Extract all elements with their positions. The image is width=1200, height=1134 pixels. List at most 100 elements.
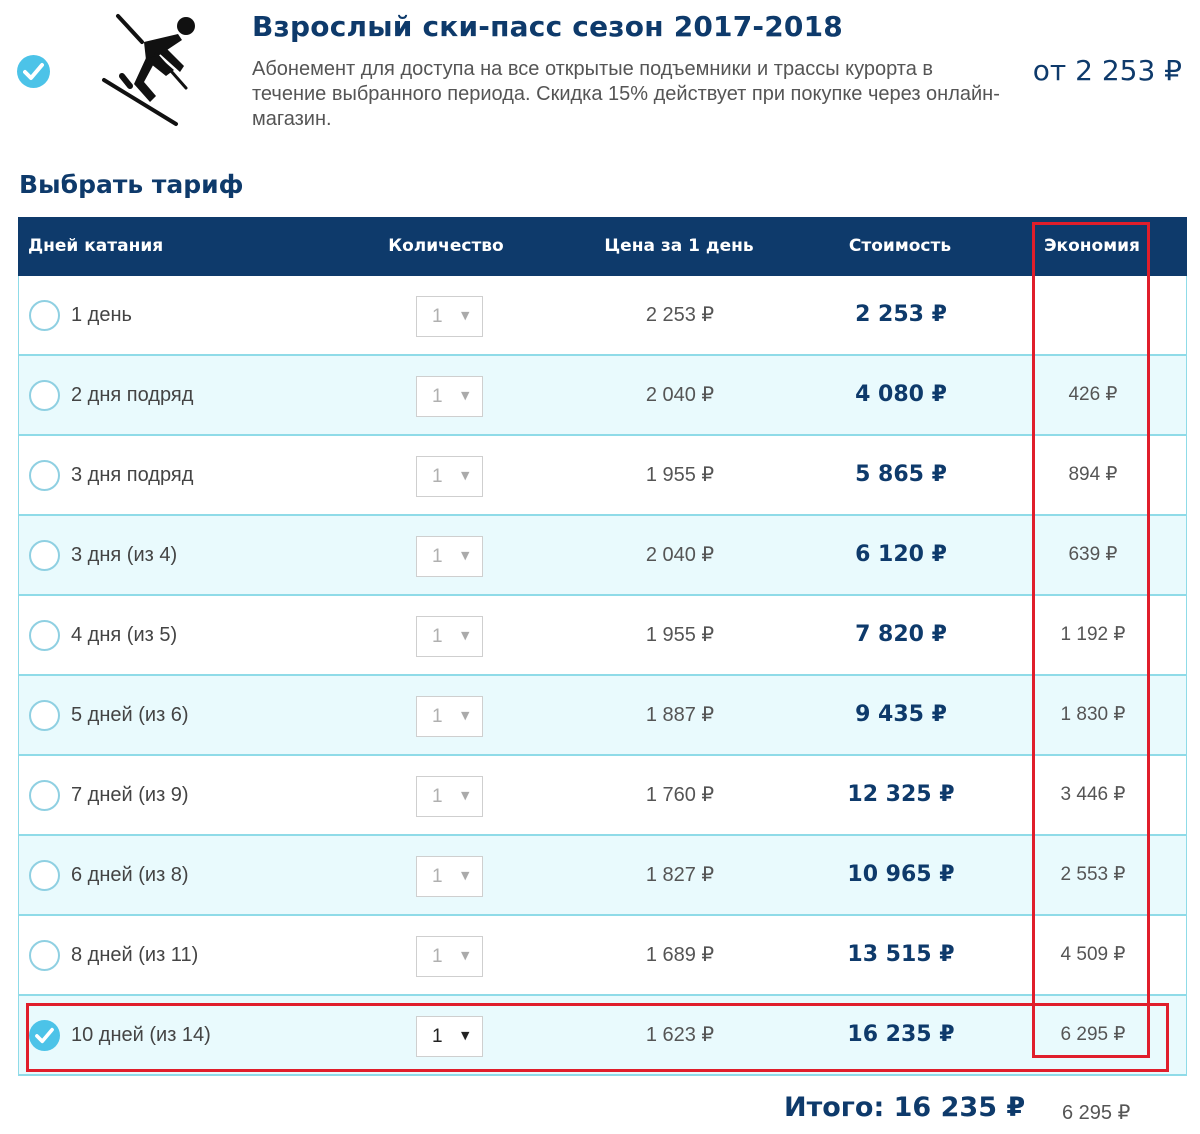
radio-button[interactable]: [29, 700, 60, 731]
dropdown-arrow-icon: ▼: [461, 469, 470, 482]
quantity-value: 1: [432, 466, 443, 487]
table-row[interactable]: 2 дня подряд 1 ▼ 2 040 ₽ 4 080 ₽ 426 ₽: [18, 356, 1187, 436]
quantity-value: 1: [432, 306, 443, 327]
tariff-days-label[interactable]: 2 дня подряд: [71, 356, 193, 434]
radio-button[interactable]: [29, 780, 60, 811]
radio-button[interactable]: [29, 860, 60, 891]
quantity-value: 1: [432, 386, 443, 407]
radio-button[interactable]: [29, 380, 60, 411]
savings-amount: 426 ₽: [1068, 384, 1118, 405]
table-row[interactable]: 4 дня (из 5) 1 ▼ 1 955 ₽7 820 ₽1 192 ₽: [18, 596, 1187, 676]
quantity-select[interactable]: 1 ▼: [416, 856, 483, 897]
quantity-select[interactable]: 1 ▼: [416, 456, 483, 497]
dropdown-arrow-icon: ▼: [461, 949, 470, 962]
price-per-day: 2 253 ₽: [645, 304, 715, 326]
total-cost: 2 253 ₽: [855, 302, 947, 327]
savings-amount: 639 ₽: [1068, 544, 1118, 565]
price-per-day: 1 887 ₽: [645, 704, 715, 726]
quantity-select[interactable]: 1 ▼: [416, 936, 483, 977]
price-per-day: 1 827 ₽: [645, 864, 715, 886]
radio-button[interactable]: [29, 940, 60, 971]
quantity-select[interactable]: 1 ▼: [416, 376, 483, 417]
radio-checked-icon[interactable]: [29, 1020, 60, 1051]
dropdown-arrow-icon: ▼: [461, 1029, 470, 1042]
tariff-days-label[interactable]: 3 дня подряд: [71, 436, 193, 514]
quantity-value: 1: [432, 1026, 443, 1047]
price-per-day: 1 689 ₽: [645, 944, 715, 966]
total-cost: 10 965 ₽: [847, 862, 955, 887]
total-cost: 16 235 ₽: [847, 1022, 955, 1047]
quantity-value: 1: [432, 946, 443, 967]
column-header-cost: Стоимость: [848, 236, 952, 256]
table-row[interactable]: 6 дней (из 8) 1 ▼ 1 827 ₽10 965 ₽2 553 ₽: [18, 836, 1187, 916]
quantity-value: 1: [432, 546, 443, 567]
table-header: Дней катания Количество Цена за 1 день С…: [18, 217, 1187, 276]
radio-button[interactable]: [29, 460, 60, 491]
price-per-day: 2 040 ₽: [645, 384, 715, 406]
total-cost: 5 865 ₽: [855, 462, 947, 487]
dropdown-arrow-icon: ▼: [461, 869, 470, 882]
tariff-days-label[interactable]: 4 дня (из 5): [71, 596, 177, 674]
total-cost: 13 515 ₽: [847, 942, 955, 967]
tariff-days-label[interactable]: 7 дней (из 9): [71, 756, 189, 834]
dropdown-arrow-icon: ▼: [461, 709, 470, 722]
quantity-value: 1: [432, 786, 443, 807]
product-selected-check-icon[interactable]: [17, 55, 50, 88]
dropdown-arrow-icon: ▼: [461, 629, 470, 642]
column-header-price-per-day: Цена за 1 день: [604, 236, 754, 256]
savings-amount: 894 ₽: [1068, 464, 1118, 485]
product-description: Абонемент для доступа на все открытые по…: [252, 58, 1000, 130]
total-amount: Итого: 16 235 ₽: [784, 1092, 1026, 1123]
table-row[interactable]: 1 день 1 ▼ 2 253 ₽2 253 ₽: [18, 276, 1187, 356]
table-row[interactable]: 3 дня подряд 1 ▼ 1 955 ₽5 865 ₽894 ₽: [18, 436, 1187, 516]
total-cost: 9 435 ₽: [855, 702, 947, 727]
product-header: Взрослый ски-пасс сезон 2017-2018 Абонем…: [0, 0, 1200, 150]
savings-amount: 1 830 ₽: [1060, 704, 1126, 725]
radio-button[interactable]: [29, 620, 60, 651]
quantity-select[interactable]: 1 ▼: [416, 296, 483, 337]
savings-amount: 1 192 ₽: [1060, 624, 1126, 645]
quantity-select[interactable]: 1 ▼: [416, 696, 483, 737]
product-price: от 2 253 ₽: [1032, 54, 1182, 87]
column-header-savings: Экономия: [1044, 236, 1140, 256]
savings-amount: 3 446 ₽: [1060, 784, 1126, 805]
column-header-days: Дней катания: [28, 236, 164, 256]
tariff-table: Дней катания Количество Цена за 1 день С…: [18, 217, 1187, 1076]
tariff-days-label[interactable]: 8 дней (из 11): [71, 916, 198, 994]
table-row[interactable]: 7 дней (из 9) 1 ▼ 1 760 ₽12 325 ₽3 446 ₽: [18, 756, 1187, 836]
dropdown-arrow-icon: ▼: [461, 549, 470, 562]
price-per-day: 1 955 ₽: [645, 624, 715, 646]
product-title: Взрослый ски-пасс сезон 2017-2018: [252, 10, 843, 43]
savings-amount: [1033, 276, 1153, 354]
tariff-days-label[interactable]: 5 дней (из 6): [71, 676, 189, 754]
total-cost: 6 120 ₽: [855, 542, 947, 567]
total-cost: 7 820 ₽: [855, 622, 947, 647]
radio-button[interactable]: [29, 540, 60, 571]
price-per-day: 1 760 ₽: [645, 784, 715, 806]
price-per-day: 1 623 ₽: [645, 1024, 715, 1046]
table-row[interactable]: 10 дней (из 14) 1 ▼ 1 623 ₽16 235 ₽6 295 ₽: [18, 996, 1187, 1076]
quantity-value: 1: [432, 626, 443, 647]
radio-button[interactable]: [29, 300, 60, 331]
tariff-days-label[interactable]: 6 дней (из 8): [71, 836, 189, 914]
dropdown-arrow-icon: ▼: [461, 309, 470, 322]
table-body: 1 день 1 ▼ 2 253 ₽2 253 ₽2 дня подряд 1 ▼ 2 04…: [18, 276, 1187, 1076]
quantity-select[interactable]: 1 ▼: [416, 776, 483, 817]
quantity-select[interactable]: 1 ▼: [416, 1016, 483, 1057]
table-row[interactable]: 5 дней (из 6) 1 ▼ 1 887 ₽ 9 435 ₽ 1 830 ₽: [18, 676, 1187, 756]
quantity-select[interactable]: 1 ▼: [416, 536, 483, 577]
tariff-days-label[interactable]: 1 день: [71, 276, 132, 354]
column-header-quantity: Количество: [388, 236, 504, 256]
section-title: Выбрать тариф: [19, 170, 244, 199]
tariff-days-label[interactable]: 3 дня (из 4): [71, 516, 177, 594]
table-row[interactable]: 8 дней (из 11) 1 ▼ 1 689 ₽13 515 ₽4 509 ₽: [18, 916, 1187, 996]
table-row[interactable]: 3 дня (из 4) 1 ▼ 2 040 ₽6 120 ₽639 ₽: [18, 516, 1187, 596]
total-savings: 6 295 ₽: [1062, 1102, 1131, 1124]
total-cost: 12 325 ₽: [847, 782, 955, 807]
total-cost: 4 080 ₽: [855, 382, 947, 407]
tariff-days-label[interactable]: 10 дней (из 14): [71, 996, 211, 1074]
savings-amount: 6 295 ₽: [1060, 1024, 1126, 1045]
dropdown-arrow-icon: ▼: [461, 789, 470, 802]
quantity-value: 1: [432, 866, 443, 887]
quantity-select[interactable]: 1 ▼: [416, 616, 483, 657]
